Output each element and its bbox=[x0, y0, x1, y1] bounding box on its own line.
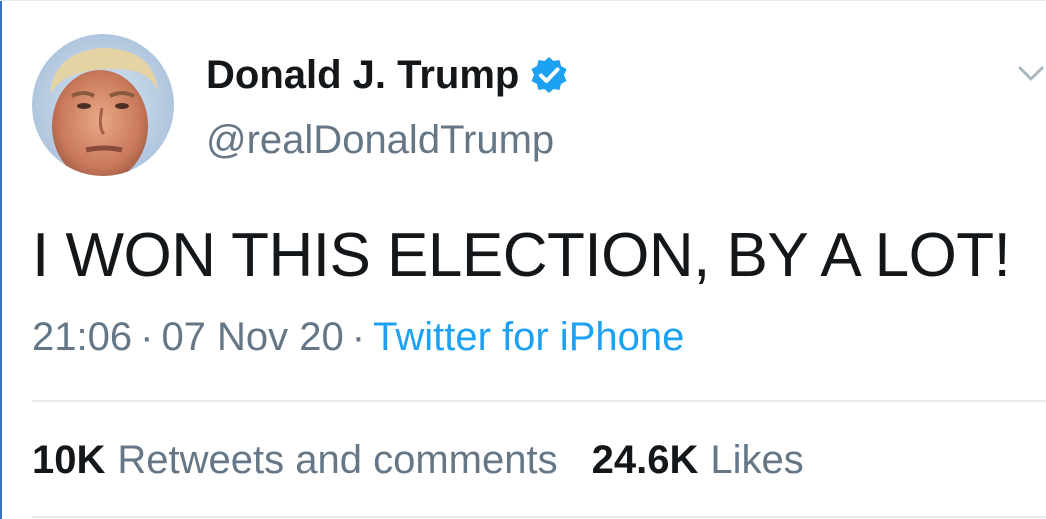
meta-separator: · bbox=[140, 315, 154, 359]
stats-divider-bottom bbox=[32, 516, 1046, 518]
tweet-meta: 21:06 · 07 Nov 20 · Twitter for iPhone bbox=[32, 315, 684, 360]
avatar[interactable] bbox=[32, 34, 174, 176]
tweet-card: Donald J. Trump @realDonaldTrump I WON T… bbox=[0, 0, 1046, 519]
chevron-down-icon[interactable] bbox=[1016, 62, 1046, 86]
left-edge-border bbox=[0, 0, 2, 519]
likes-stat[interactable]: 24.6K Likes bbox=[592, 438, 804, 483]
retweets-label: Retweets and comments bbox=[117, 438, 558, 482]
tweet-text: I WON THIS ELECTION, BY A LOT! bbox=[32, 221, 1011, 290]
verified-badge-icon bbox=[529, 55, 569, 95]
display-name[interactable]: Donald J. Trump bbox=[206, 53, 519, 98]
avatar-image bbox=[32, 34, 174, 176]
retweets-stat[interactable]: 10K Retweets and comments bbox=[32, 438, 558, 483]
user-handle[interactable]: @realDonaldTrump bbox=[206, 118, 554, 163]
display-name-row: Donald J. Trump bbox=[206, 50, 569, 100]
meta-separator: · bbox=[351, 315, 366, 359]
tweet-stats: 10K Retweets and comments 24.6K Likes bbox=[32, 438, 804, 483]
tweet-date[interactable]: 07 Nov 20 bbox=[161, 315, 343, 359]
tweet-source-link[interactable]: Twitter for iPhone bbox=[373, 315, 684, 359]
top-divider bbox=[0, 0, 1046, 1]
likes-label: Likes bbox=[710, 438, 804, 482]
retweets-count: 10K bbox=[32, 438, 106, 482]
tweet-time[interactable]: 21:06 bbox=[32, 315, 132, 359]
likes-count: 24.6K bbox=[591, 438, 699, 482]
stats-divider-top bbox=[32, 400, 1046, 402]
